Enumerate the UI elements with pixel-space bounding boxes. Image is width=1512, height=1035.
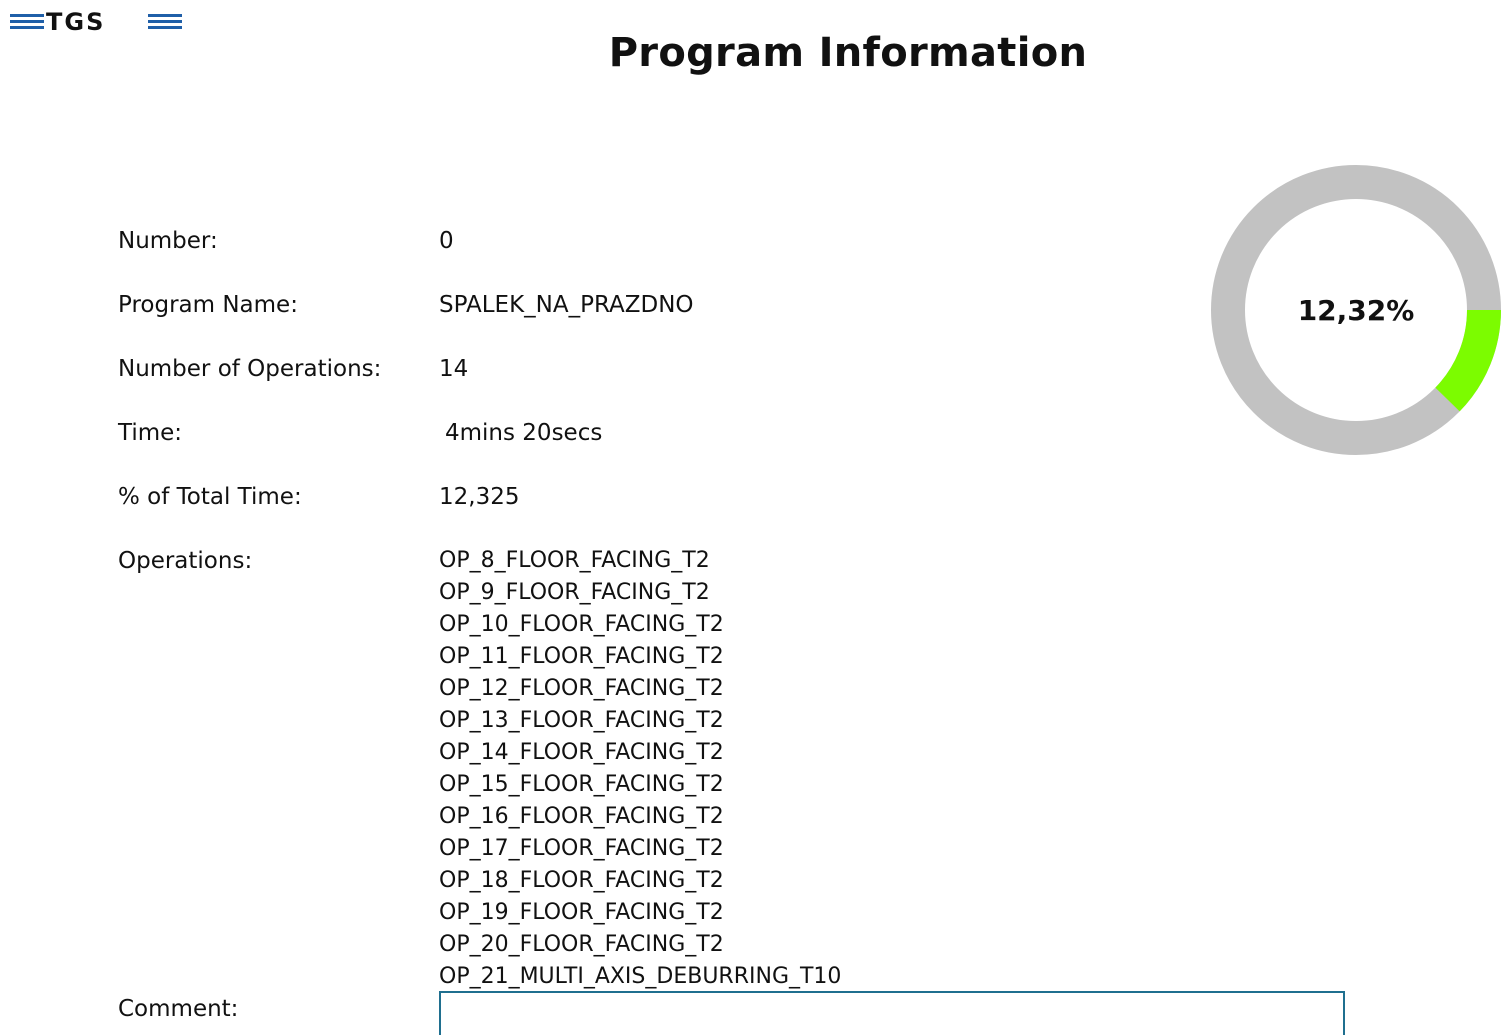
program-info-table: Number: 0 Program Name: SPALEK_NA_PRAZDN…: [118, 222, 1178, 993]
program-information-page: TGS Program Information Number: 0 Progra…: [0, 0, 1512, 1035]
number-value: 0: [439, 228, 454, 254]
operation-item: OP_13_FLOOR_FACING_T2: [439, 708, 724, 733]
operation-item: OP_21_MULTI_AXIS_DEBURRING_T10: [439, 964, 842, 989]
operation-item: OP_10_FLOOR_FACING_T2: [439, 612, 724, 637]
time-row: Time: 4mins 20secs: [118, 414, 1178, 478]
percent-total-label: % of Total Time:: [118, 484, 302, 510]
operations-list: OP_8_FLOOR_FACING_T2 OP_9_FLOOR_FACING_T2…: [439, 542, 841, 993]
time-label: Time:: [118, 420, 183, 446]
operations-row: Operations: OP_8_FLOOR_FACING_T2 OP_9_FLO…: [118, 542, 1178, 993]
operation-item: OP_16_FLOOR_FACING_T2: [439, 804, 724, 829]
operation-item: OP_11_FLOOR_FACING_T2: [439, 644, 724, 669]
operation-item: OP_12_FLOOR_FACING_T2: [439, 676, 724, 701]
operation-item: OP_19_FLOOR_FACING_T2: [439, 900, 724, 925]
operations-label: Operations:: [118, 548, 253, 574]
page-title: Program Information: [608, 30, 1088, 76]
program-name-label: Program Name:: [118, 292, 298, 318]
number-label: Number:: [118, 228, 218, 254]
operation-item: OP_14_FLOOR_FACING_T2: [439, 740, 724, 765]
comment-label: Comment:: [118, 996, 239, 1022]
num-operations-row: Number of Operations: 14: [118, 350, 1178, 414]
operation-item: OP_9_FLOOR_FACING_T2: [439, 580, 710, 605]
num-operations-value: 14: [439, 356, 469, 382]
percent-total-row: % of Total Time: 12,325: [118, 478, 1178, 542]
program-name-row: Program Name: SPALEK_NA_PRAZDNO: [118, 286, 1178, 350]
num-operations-label: Number of Operations:: [118, 356, 382, 382]
operation-item: OP_8_FLOOR_FACING_T2: [439, 548, 710, 573]
gauge-percent-label: 12,32%: [1297, 293, 1415, 327]
comment-row: Comment:: [118, 990, 1345, 1035]
program-name-value: SPALEK_NA_PRAZDNO: [439, 292, 694, 318]
time-value: 4mins 20secs: [445, 420, 603, 446]
operation-item: OP_15_FLOOR_FACING_T2: [439, 772, 724, 797]
number-row: Number: 0: [118, 222, 1178, 286]
operation-item: OP_18_FLOOR_FACING_T2: [439, 868, 724, 893]
operation-item: OP_20_FLOOR_FACING_T2: [439, 932, 724, 957]
comment-input[interactable]: [439, 991, 1345, 1035]
operation-item: OP_17_FLOOR_FACING_T2: [439, 836, 724, 861]
percent-total-value: 12,325: [439, 484, 520, 510]
